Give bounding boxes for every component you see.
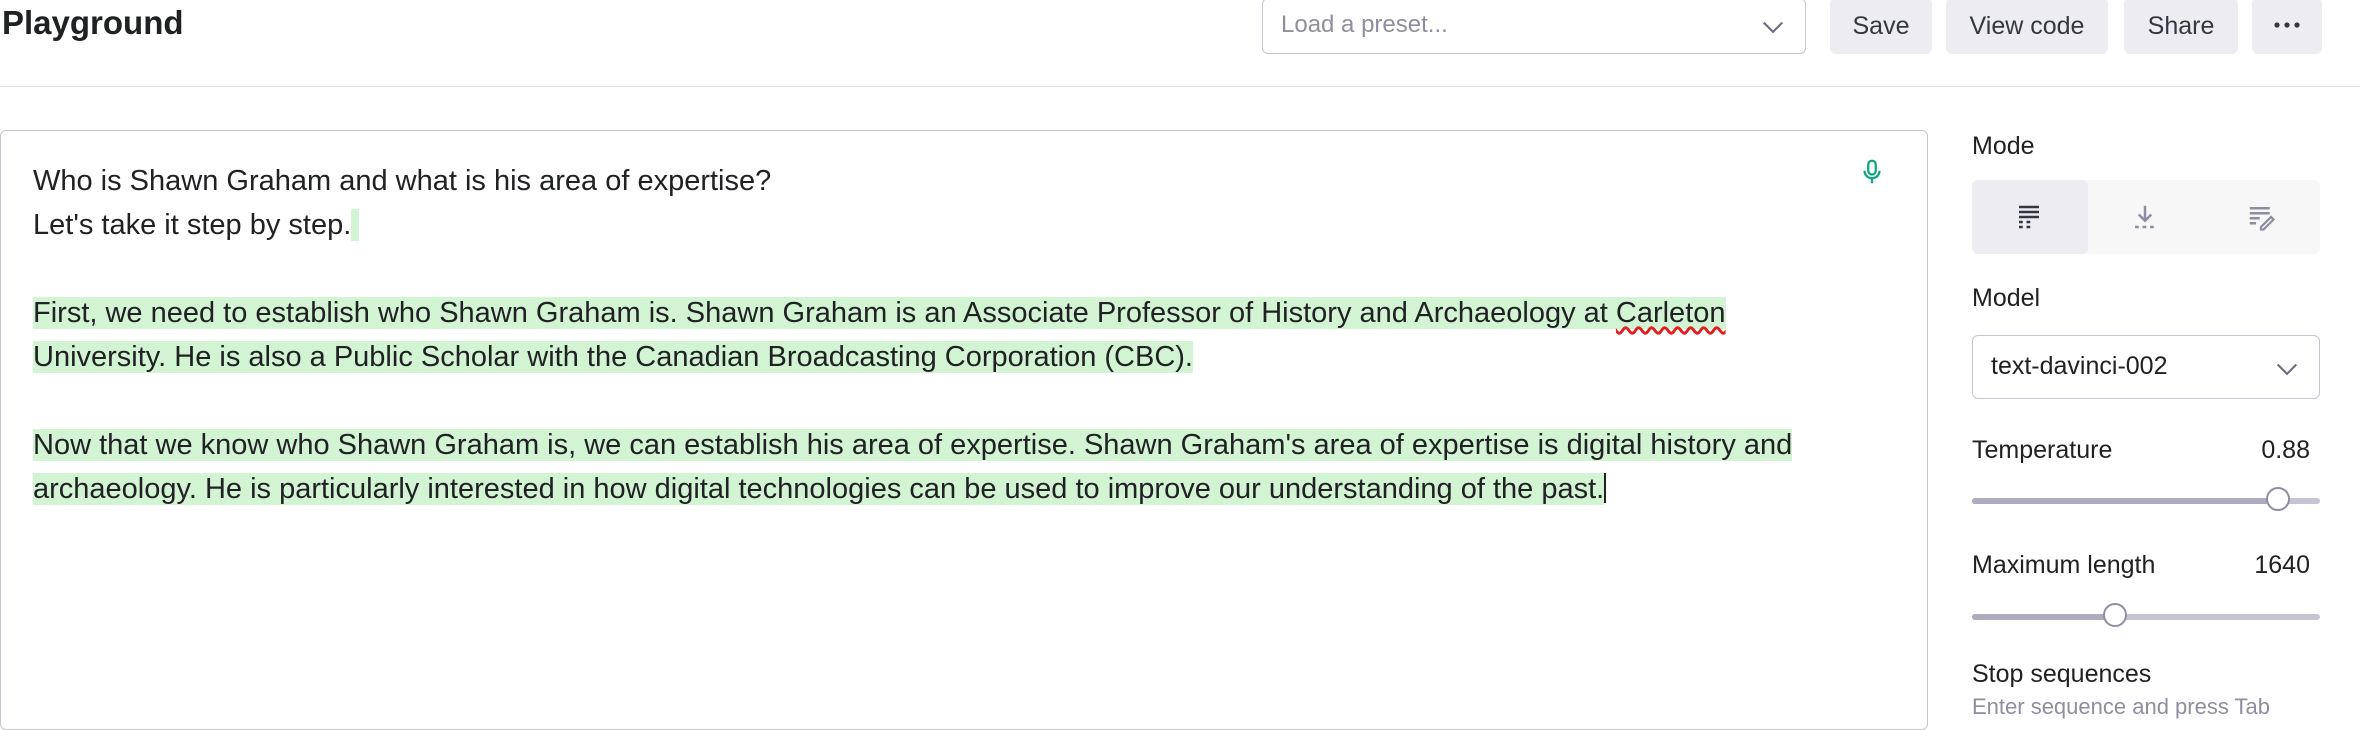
more-button[interactable] <box>2252 0 2322 54</box>
prompt-line: Let's take it step by step. <box>33 203 1873 247</box>
temperature-slider-fill <box>1972 498 2279 504</box>
completion-line: First, we need to establish who Shawn Gr… <box>33 297 1726 329</box>
mode-insert-button[interactable] <box>2088 180 2204 254</box>
stop-sequences-label: Stop sequences <box>1972 660 2152 688</box>
chevron-down-icon <box>2276 363 2298 376</box>
temperature-slider[interactable] <box>1972 487 2320 511</box>
max-length-label: Maximum length <box>1972 551 2156 579</box>
complete-mode-icon <box>2019 205 2039 229</box>
mode-edit-button[interactable] <box>2204 180 2320 254</box>
chevron-down-icon <box>1762 21 1784 34</box>
prompt-line: Who is Shawn Graham and what is his area… <box>33 165 772 197</box>
completion-line: Now that we know who Shawn Graham is, we… <box>33 429 1793 461</box>
temperature-value[interactable]: 0.88 <box>2200 436 2310 465</box>
save-button[interactable]: Save <box>1830 0 1932 54</box>
page-title: Playground <box>2 4 184 41</box>
prompt-editor[interactable]: Who is Shawn Graham and what is his area… <box>0 130 1928 730</box>
mode-label: Mode <box>1972 132 2035 160</box>
max-length-slider-handle[interactable] <box>2102 603 2127 627</box>
preset-placeholder: Load a preset... <box>1281 11 1448 38</box>
mode-selector <box>1972 180 2320 254</box>
spellcheck-word: Carleton <box>1615 297 1726 329</box>
max-length-value[interactable]: 1640 <box>2200 551 2310 580</box>
completion-line: University. He is also a Public Scholar … <box>33 341 1193 373</box>
view-code-button[interactable]: View code <box>1946 0 2108 54</box>
temperature-label: Temperature <box>1972 436 2113 464</box>
model-value: text-davinci-002 <box>1991 352 2168 380</box>
mode-complete-button[interactable] <box>1972 180 2088 254</box>
max-length-slider-fill <box>1972 614 2115 620</box>
stop-sequences-input[interactable]: Enter sequence and press Tab <box>1972 694 2270 720</box>
preset-select[interactable]: Load a preset... <box>1262 0 1806 54</box>
model-select[interactable]: text-davinci-002 <box>1972 335 2320 399</box>
prompt-text[interactable]: Who is Shawn Graham and what is his area… <box>33 159 1873 511</box>
edit-mode-icon <box>2249 207 2276 231</box>
insert-mode-icon <box>2135 205 2154 229</box>
top-bar: Playground Load a preset... Save View co… <box>0 0 2360 87</box>
model-label: Model <box>1972 284 2041 312</box>
temperature-slider-handle[interactable] <box>2266 487 2291 511</box>
ellipsis-icon <box>2274 22 2300 28</box>
completion-line: archaeology. He is particularly interest… <box>33 473 1607 505</box>
share-button[interactable]: Share <box>2124 0 2238 54</box>
text-caret <box>1604 473 1607 503</box>
max-length-slider[interactable] <box>1972 603 2320 627</box>
